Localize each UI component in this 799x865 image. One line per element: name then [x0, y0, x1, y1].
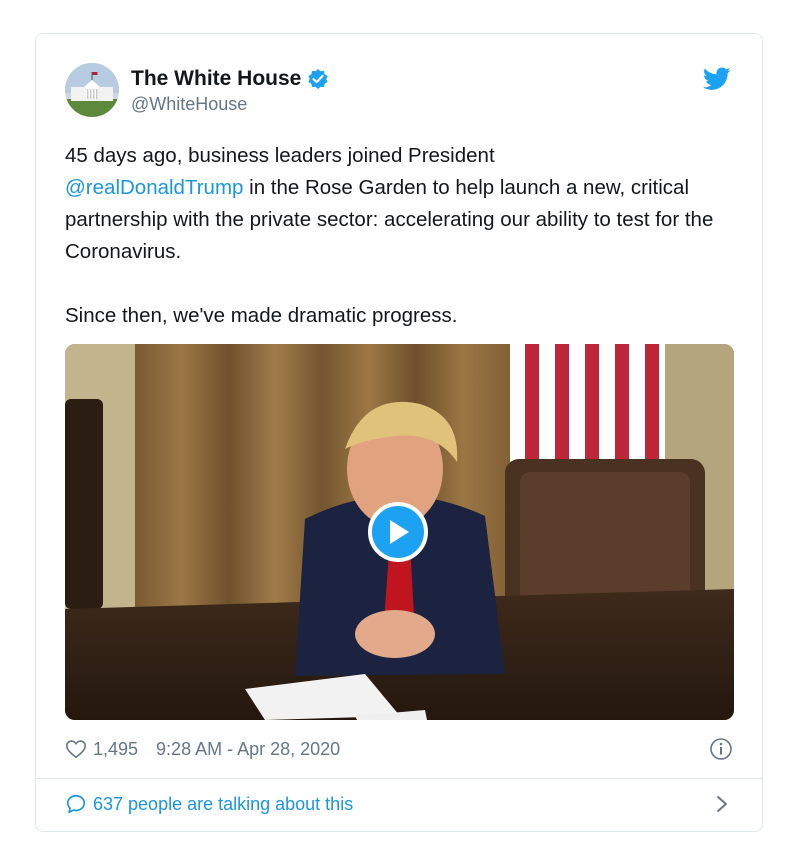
- author-handle[interactable]: @WhiteHouse: [131, 94, 247, 115]
- author-name[interactable]: The White House: [131, 67, 301, 91]
- tweet-header: The White House @WhiteHouse: [65, 63, 733, 119]
- tweet-meta: 1,495 9:28 AM - Apr 28, 2020: [65, 735, 733, 763]
- divider: [36, 778, 762, 779]
- play-button[interactable]: [368, 502, 428, 562]
- info-icon[interactable]: [709, 737, 733, 761]
- conversation-text[interactable]: 637 people are talking about this: [93, 794, 353, 815]
- author-name-row: The White House: [131, 67, 329, 91]
- tweet-text-part: 45 days ago, business leaders joined Pre…: [65, 144, 495, 167]
- heart-icon[interactable]: [65, 738, 87, 760]
- verified-badge-icon: [307, 68, 329, 90]
- video-player[interactable]: [65, 344, 734, 720]
- speech-bubble-icon: [66, 794, 86, 814]
- timestamp[interactable]: 9:28 AM - Apr 28, 2020: [156, 739, 340, 760]
- like-count[interactable]: 1,495: [93, 739, 138, 760]
- mention-link[interactable]: @realDonaldTrump: [65, 176, 243, 199]
- conversation-link[interactable]: 637 people are talking about this: [65, 788, 733, 820]
- tweet-paragraph-2: Since then, we've made dramatic progress…: [65, 304, 458, 327]
- tweet-card[interactable]: The White House @WhiteHouse 45 days ago,…: [35, 33, 763, 832]
- tweet-paragraph-1: 45 days ago, business leaders joined Pre…: [65, 140, 745, 268]
- avatar[interactable]: [65, 63, 119, 117]
- chevron-right-icon[interactable]: [715, 794, 729, 814]
- play-icon: [390, 520, 409, 544]
- twitter-bird-icon[interactable]: [703, 67, 731, 91]
- tweet-text: 45 days ago, business leaders joined Pre…: [65, 140, 745, 332]
